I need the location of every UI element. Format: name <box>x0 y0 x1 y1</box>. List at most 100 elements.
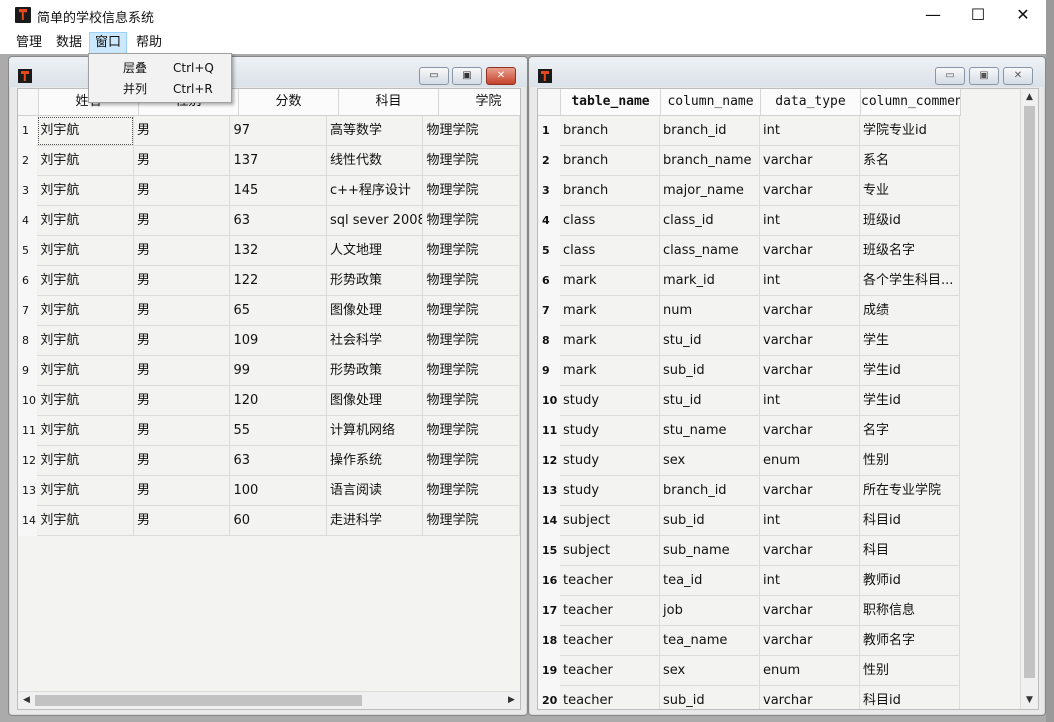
table-cell[interactable]: 操作系统 <box>326 446 424 476</box>
table-cell[interactable]: 刘宇航 <box>37 356 134 386</box>
menu-manage[interactable]: 管理 <box>11 34 47 54</box>
table-row[interactable]: 18 teacher tea_name varchar 教师名字 <box>538 626 1038 656</box>
minimize-button[interactable]: — <box>910 0 956 30</box>
table-cell[interactable]: 男 <box>133 146 231 176</box>
table-cell[interactable]: varchar <box>760 296 860 326</box>
table-cell[interactable]: varchar <box>760 536 860 566</box>
table-cell[interactable]: mark <box>560 326 660 356</box>
table-cell[interactable]: int <box>760 116 860 146</box>
header-data-type[interactable]: data_type <box>761 89 861 115</box>
table-cell[interactable]: sex <box>660 656 760 686</box>
table-cell[interactable]: 男 <box>133 176 231 206</box>
table-cell[interactable]: 65 <box>230 296 327 326</box>
table-cell[interactable]: 男 <box>133 266 231 296</box>
table-cell[interactable]: 男 <box>133 446 231 476</box>
table-row[interactable]: 10 study stu_id int 学生id <box>538 386 1038 416</box>
table-row[interactable]: 6 mark mark_id int 各个学生科目... <box>538 266 1038 296</box>
sub-minimize-button[interactable]: ▭ <box>935 67 965 85</box>
table-cell[interactable]: 物理学院 <box>423 206 520 236</box>
table-cell[interactable]: sub_name <box>660 536 760 566</box>
scroll-thumb[interactable] <box>1024 106 1035 678</box>
table-row[interactable]: 12 刘宇航男 63 操作系统 物理学院 <box>18 446 520 476</box>
table-cell[interactable]: 物理学院 <box>423 326 520 356</box>
table-row[interactable]: 11 study stu_name varchar 名字 <box>538 416 1038 446</box>
table-cell[interactable]: teacher <box>560 656 660 686</box>
maximize-button[interactable]: ☐ <box>955 0 1001 30</box>
table-row[interactable]: 8 刘宇航男 109 社会科学 物理学院 <box>18 326 520 356</box>
table-cell[interactable]: 形势政策 <box>326 266 424 296</box>
table-cell[interactable]: branch <box>560 146 660 176</box>
table-cell[interactable]: 刘宇航 <box>37 206 134 236</box>
table-cell[interactable]: 刘宇航 <box>37 416 134 446</box>
table-row[interactable]: 7 刘宇航男 65 图像处理 物理学院 <box>18 296 520 326</box>
menu-data[interactable]: 数据 <box>51 34 87 54</box>
table-cell[interactable]: 刘宇航 <box>37 506 134 536</box>
table-cell[interactable]: 班级id <box>860 206 960 236</box>
table-cell[interactable]: stu_id <box>660 386 760 416</box>
table-cell[interactable]: 109 <box>230 326 327 356</box>
table-row[interactable]: 8 mark stu_id varchar 学生 <box>538 326 1038 356</box>
table-cell[interactable]: 学院专业id <box>860 116 960 146</box>
table-cell[interactable]: 男 <box>133 506 231 536</box>
table-cell[interactable]: study <box>560 416 660 446</box>
sub-restore-button[interactable]: ▣ <box>452 67 482 85</box>
table-cell[interactable]: int <box>760 386 860 416</box>
table-cell[interactable]: int <box>760 506 860 536</box>
table-cell[interactable]: 男 <box>133 236 231 266</box>
table-cell[interactable]: teacher <box>560 686 660 709</box>
table-cell[interactable]: class <box>560 206 660 236</box>
table-cell[interactable]: int <box>760 566 860 596</box>
table-cell[interactable]: varchar <box>760 626 860 656</box>
table-cell[interactable]: teacher <box>560 566 660 596</box>
table-cell[interactable]: 高等数学 <box>326 116 424 146</box>
table-cell[interactable]: 132 <box>230 236 327 266</box>
table-cell[interactable]: sql sever 2008 <box>326 206 424 236</box>
table-row[interactable]: 4 刘宇航男 63 sql sever 2008 物理学院 <box>18 206 520 236</box>
table-row[interactable]: 3 branch major_name varchar 专业 <box>538 176 1038 206</box>
header-subject[interactable]: 科目 <box>339 89 439 115</box>
table-cell[interactable]: 名字 <box>860 416 960 446</box>
table-cell[interactable]: 刘宇航 <box>37 476 134 506</box>
table-cell[interactable]: 语言阅读 <box>326 476 424 506</box>
table-cell[interactable]: mark <box>560 266 660 296</box>
schema-table[interactable]: table_name column_name data_type column_… <box>537 88 1039 710</box>
table-cell[interactable]: tea_id <box>660 566 760 596</box>
table-row[interactable]: 1 branch branch_id int 学院专业id <box>538 116 1038 146</box>
table-row[interactable]: 1 刘宇航男 97 高等数学 物理学院 <box>18 116 520 146</box>
table-cell[interactable]: 男 <box>133 116 231 146</box>
table-cell[interactable]: 所在专业学院 <box>860 476 960 506</box>
table-cell[interactable]: class <box>560 236 660 266</box>
table-cell[interactable]: int <box>760 266 860 296</box>
table-cell[interactable]: 刘宇航 <box>37 116 134 146</box>
menu-help[interactable]: 帮助 <box>131 34 167 54</box>
table-cell[interactable]: 物理学院 <box>423 356 520 386</box>
table-cell[interactable]: 学生id <box>860 356 960 386</box>
table-row[interactable]: 17 teacher job varchar 职称信息 <box>538 596 1038 626</box>
table-row[interactable]: 3 刘宇航男 145 c++程序设计 物理学院 <box>18 176 520 206</box>
table-row[interactable]: 2 刘宇航男 137 线性代数 物理学院 <box>18 146 520 176</box>
table-cell[interactable]: 刘宇航 <box>37 176 134 206</box>
table-cell[interactable]: 物理学院 <box>423 146 520 176</box>
horizontal-scrollbar[interactable]: ◀ ▶ <box>18 691 520 709</box>
table-cell[interactable]: varchar <box>760 146 860 176</box>
scroll-down-icon[interactable]: ▼ <box>1021 692 1038 709</box>
table-cell[interactable]: tea_name <box>660 626 760 656</box>
table-cell[interactable]: class_id <box>660 206 760 236</box>
table-cell[interactable]: 男 <box>133 416 231 446</box>
table-cell[interactable]: num <box>660 296 760 326</box>
table-cell[interactable]: 男 <box>133 476 231 506</box>
table-cell[interactable]: 图像处理 <box>326 386 424 416</box>
table-cell[interactable]: 教师id <box>860 566 960 596</box>
table-cell[interactable]: 社会科学 <box>326 326 424 356</box>
table-cell[interactable]: sub_id <box>660 686 760 709</box>
table-cell[interactable]: 科目id <box>860 506 960 536</box>
table-row[interactable]: 14 刘宇航男 60 走进科学 物理学院 <box>18 506 520 536</box>
table-cell[interactable]: 63 <box>230 206 327 236</box>
table-row[interactable]: 5 刘宇航男 132 人文地理 物理学院 <box>18 236 520 266</box>
table-cell[interactable]: 各个学生科目... <box>860 266 960 296</box>
table-row[interactable]: 11 刘宇航男 55 计算机网络 物理学院 <box>18 416 520 446</box>
table-cell[interactable]: varchar <box>760 176 860 206</box>
table-cell[interactable]: 计算机网络 <box>326 416 424 446</box>
table-cell[interactable]: 男 <box>133 326 231 356</box>
table-cell[interactable]: class_name <box>660 236 760 266</box>
